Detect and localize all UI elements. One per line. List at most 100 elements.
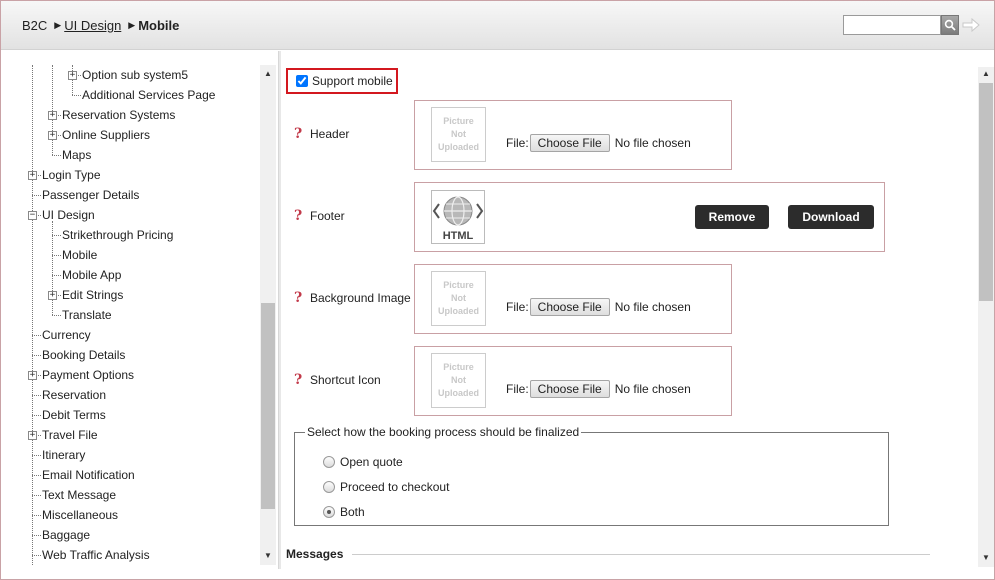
- arrow-right-icon: [962, 17, 980, 33]
- tree-item-mobile[interactable]: Mobile: [62, 245, 97, 265]
- breadcrumb: B2C ▶ UI Design ▶ Mobile: [22, 18, 179, 33]
- background-label: Background Image: [310, 291, 411, 305]
- header-label: Header: [310, 127, 350, 141]
- background-field: ? Background Image: [294, 290, 411, 306]
- header-field: ? Header: [294, 126, 349, 142]
- breadcrumb-arrow-icon: ▶: [54, 20, 62, 30]
- tree-item-debit-terms[interactable]: Debit Terms: [42, 405, 106, 425]
- choose-file-button[interactable]: Choose File: [529, 134, 610, 152]
- expand-icon[interactable]: +: [48, 131, 57, 140]
- scroll-down-icon[interactable]: ▼: [978, 551, 994, 565]
- tree-item-strikethrough-pricing[interactable]: Strikethrough Pricing: [62, 225, 173, 245]
- file-status: No file chosen: [614, 382, 691, 396]
- search-icon: [944, 19, 956, 31]
- tree-item-travel-file[interactable]: Travel File: [42, 425, 98, 445]
- support-mobile-toggle[interactable]: Support mobile: [286, 68, 398, 94]
- messages-section-title: Messages: [286, 547, 344, 561]
- scroll-up-icon[interactable]: ▲: [978, 67, 994, 81]
- shortcut-field: ? Shortcut Icon: [294, 372, 381, 388]
- background-file-input: File: Choose File No file chosen: [506, 298, 691, 316]
- tree-item-passenger-details[interactable]: Passenger Details: [42, 185, 139, 205]
- tree-item-booking-details[interactable]: Booking Details: [42, 345, 125, 365]
- radio-label: Both: [340, 505, 365, 519]
- breadcrumb-current: Mobile: [138, 18, 180, 33]
- footer-field: ? Footer: [294, 208, 345, 224]
- section-divider: [352, 554, 930, 555]
- breadcrumb-root: B2C: [22, 18, 48, 33]
- radio-label: Proceed to checkout: [340, 480, 450, 494]
- scroll-down-icon[interactable]: ▼: [260, 549, 276, 563]
- file-label: File:: [506, 382, 529, 396]
- radio-button[interactable]: [323, 481, 335, 493]
- tree-item-additional-services-page[interactable]: Additional Services Page: [82, 85, 215, 105]
- expand-icon[interactable]: +: [28, 371, 37, 380]
- expand-icon[interactable]: +: [68, 71, 77, 80]
- help-icon[interactable]: ?: [294, 290, 306, 306]
- tree-item-text-message[interactable]: Text Message: [42, 485, 116, 505]
- scroll-up-icon[interactable]: ▲: [260, 67, 276, 81]
- radio-button-selected[interactable]: [323, 506, 335, 518]
- footer-label: Footer: [310, 209, 345, 223]
- support-mobile-label: Support mobile: [312, 74, 393, 88]
- help-icon[interactable]: ?: [294, 372, 306, 388]
- breadcrumb-arrow-icon: ▶: [128, 20, 136, 30]
- scroll-thumb[interactable]: [261, 303, 275, 509]
- tree-item-edit-strings[interactable]: Edit Strings: [62, 285, 123, 305]
- pane-divider[interactable]: [278, 51, 281, 569]
- html-label: HTML: [442, 230, 474, 242]
- content-scrollbar[interactable]: ▲ ▼: [978, 67, 994, 567]
- help-icon[interactable]: ?: [294, 208, 306, 224]
- file-status: No file chosen: [614, 136, 691, 150]
- choose-file-button[interactable]: Choose File: [529, 298, 610, 316]
- tree-item-translate[interactable]: Translate: [62, 305, 112, 325]
- radio-label: Open quote: [340, 455, 403, 469]
- tree-item-currency[interactable]: Currency: [42, 325, 91, 345]
- radio-both[interactable]: Both: [323, 505, 365, 519]
- finalize-legend: Select how the booking process should be…: [307, 425, 580, 439]
- tree-item-itinerary[interactable]: Itinerary: [42, 445, 85, 465]
- go-button[interactable]: [961, 16, 980, 34]
- tree-item-baggage[interactable]: Baggage: [42, 525, 90, 545]
- picture-placeholder: Picture Not Uploaded: [431, 107, 486, 162]
- tree-item-payment-options[interactable]: Payment Options: [42, 365, 134, 385]
- remove-button[interactable]: Remove: [695, 205, 769, 229]
- file-label: File:: [506, 136, 529, 150]
- support-mobile-checkbox[interactable]: [296, 75, 308, 87]
- tree-item-reservation[interactable]: Reservation: [42, 385, 106, 405]
- expand-icon[interactable]: +: [28, 171, 37, 180]
- header-file-input: File: Choose File No file chosen: [506, 134, 691, 152]
- radio-proceed-to-checkout[interactable]: Proceed to checkout: [323, 480, 449, 494]
- choose-file-button[interactable]: Choose File: [529, 380, 610, 398]
- tree-item-miscellaneous[interactable]: Miscellaneous: [42, 505, 118, 525]
- tree-item-web-traffic-analysis[interactable]: Web Traffic Analysis: [42, 545, 150, 565]
- tree-item-email-notification[interactable]: Email Notification: [42, 465, 135, 485]
- tree-item-login-type[interactable]: Login Type: [42, 165, 101, 185]
- expand-icon[interactable]: +: [48, 291, 57, 300]
- radio-open-quote[interactable]: Open quote: [323, 455, 403, 469]
- tree-scrollbar[interactable]: ▲ ▼: [260, 65, 276, 565]
- search-input[interactable]: [843, 15, 941, 35]
- search-button[interactable]: [941, 15, 959, 35]
- tree-item-option-sub-system5[interactable]: Option sub system5: [82, 65, 188, 85]
- tree-item-reservation-systems[interactable]: Reservation Systems: [62, 105, 175, 125]
- breadcrumb-ui-design-link[interactable]: UI Design: [64, 18, 121, 33]
- expand-icon[interactable]: +: [48, 111, 57, 120]
- picture-placeholder: Picture Not Uploaded: [431, 353, 486, 408]
- radio-button[interactable]: [323, 456, 335, 468]
- tree-item-mobile-app[interactable]: Mobile App: [62, 265, 121, 285]
- download-button[interactable]: Download: [788, 205, 874, 229]
- tree-item-maps[interactable]: Maps: [62, 145, 91, 165]
- html-file-icon: HTML: [431, 190, 485, 244]
- tree-item-ui-design[interactable]: UI Design: [42, 205, 95, 225]
- tree-item-online-suppliers[interactable]: Online Suppliers: [62, 125, 150, 145]
- header-bar: B2C ▶ UI Design ▶ Mobile: [1, 1, 994, 50]
- expand-icon[interactable]: +: [28, 431, 37, 440]
- help-icon[interactable]: ?: [294, 126, 306, 142]
- scroll-thumb[interactable]: [979, 83, 993, 301]
- file-label: File:: [506, 300, 529, 314]
- file-status: No file chosen: [614, 300, 691, 314]
- collapse-icon[interactable]: −: [28, 211, 37, 220]
- tree-guide: [32, 65, 33, 565]
- header-upload-box: Picture Not Uploaded File: Choose File No …: [414, 100, 732, 170]
- background-upload-box: Picture Not Uploaded File: Choose File No …: [414, 264, 732, 334]
